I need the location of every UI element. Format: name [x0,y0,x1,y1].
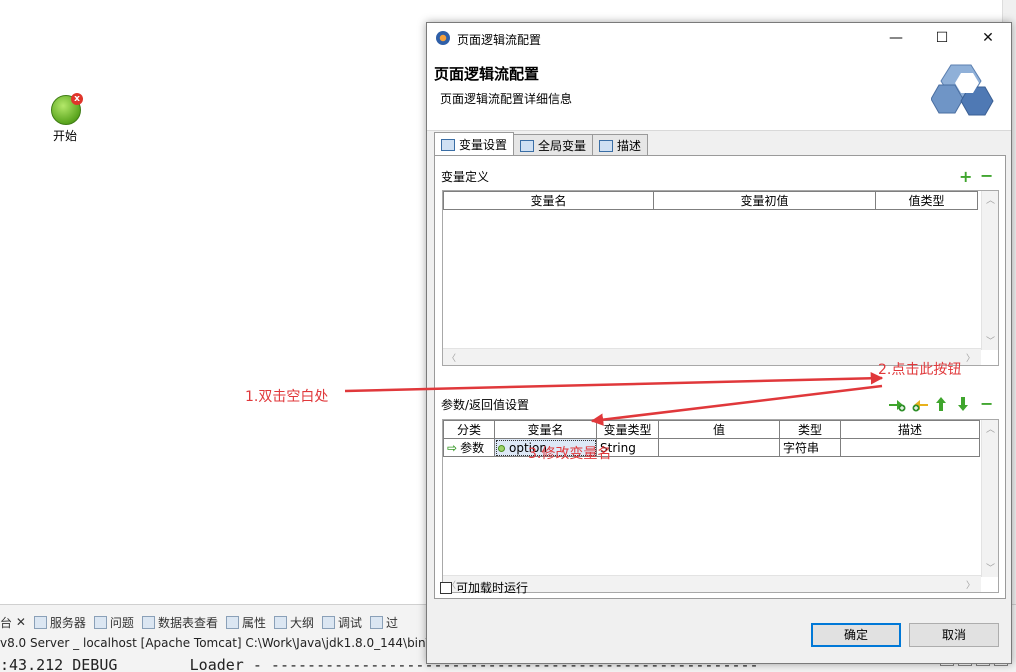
dialog-tabs: 变量设置 全局变量 描述 [434,132,649,156]
view-tab-console[interactable]: 台 ✕ [0,614,26,631]
tab-description[interactable]: 描述 [592,134,649,156]
tab-variable-settings[interactable]: 变量设置 [434,132,515,156]
tab-global-variables[interactable]: 全局变量 [513,134,594,156]
debug-icon [321,615,335,629]
table-view-icon [141,615,155,629]
server-icon [33,615,47,629]
variable-table[interactable]: 变量名 变量初值 值类型 ︿ ﹀ 〈 〉 [442,190,999,366]
view-tab-filter[interactable]: 过 [370,614,398,631]
view-tab-servers[interactable]: 服务器 [33,614,86,631]
move-up-arrow-icon[interactable] [935,396,947,412]
column-header[interactable]: 变量名 [443,191,654,210]
ok-button[interactable]: 确定 [811,623,901,647]
vertical-scrollbar[interactable]: ︿ ﹀ [981,420,998,577]
close-button[interactable]: ✕ [965,23,1011,53]
column-header[interactable]: 变量类型 [596,420,659,439]
column-header[interactable]: 分类 [443,420,495,439]
description-cell[interactable] [840,438,980,457]
properties-icon [225,615,239,629]
header-subtitle: 页面逻辑流配置详细信息 [440,92,573,106]
start-node-icon[interactable]: x [51,93,83,125]
variable-tab-icon [441,138,455,151]
cancel-button[interactable]: 取消 [909,623,999,647]
annotation-step-1: 1.双击空白处 [245,389,329,405]
window-title: 页面逻辑流配置 [457,33,542,47]
maximize-button[interactable]: ☐ [919,23,965,53]
annotation-step-3: 3.修改变量名 [528,446,612,462]
header-title: 页面逻辑流配置 [434,65,540,83]
view-tab-outline[interactable]: 大纲 [273,614,314,631]
start-node-label: 开始 [53,129,78,143]
ide-view-tabs: 台 ✕ 服务器 问题 数据表查看 属性 大纲 调试 过 [0,612,406,632]
add-variable-button[interactable]: + [959,169,972,185]
close-icon[interactable]: ✕ [16,615,26,629]
annotation-step-2: 2.点击此按钮 [878,362,962,378]
category-cell[interactable]: ⇨ 参数 [443,438,495,457]
column-header[interactable]: 变量名 [494,420,597,439]
view-tab-properties[interactable]: 属性 [225,614,266,631]
description-tab-icon [599,139,614,152]
add-return-value-button[interactable] [911,396,929,412]
table-row[interactable]: ⇨ 参数 option String 字符串 [443,438,980,457]
type-cell[interactable]: 字符串 [779,438,841,457]
outline-icon [273,615,287,629]
console-title: v8.0 Server _ localhost [Apache Tomcat] … [0,636,448,650]
run-on-load-label: 可加载时运行 [456,581,529,595]
run-on-load-option[interactable]: 可加载时运行 [440,579,528,596]
filter-icon [370,615,383,629]
error-badge-icon: x [71,93,83,105]
column-header[interactable]: 值 [658,420,780,439]
variable-dot-icon [498,444,505,452]
problems-icon [93,615,107,629]
variable-definition-label: 变量定义 [441,170,490,184]
param-return-label: 参数/返回值设置 [441,398,530,412]
value-cell[interactable] [658,438,780,457]
view-tab-debug[interactable]: 调试 [321,614,362,631]
minimize-button[interactable]: — [873,23,919,53]
dialog-titlebar[interactable]: 页面逻辑流配置 — ☐ ✕ [427,23,1011,53]
run-on-load-checkbox[interactable] [440,581,452,594]
remove-param-button[interactable]: − [980,396,993,412]
column-header[interactable]: 类型 [779,420,841,439]
add-param-button[interactable] [888,396,906,412]
param-arrow-icon: ⇨ [447,441,458,455]
move-down-arrow-icon[interactable] [957,396,969,412]
column-header[interactable]: 值类型 [875,191,978,210]
column-header[interactable]: 变量初值 [653,191,876,210]
column-header[interactable]: 描述 [840,420,980,439]
param-table[interactable]: 分类 变量名 变量类型 值 类型 描述 ⇨ 参数 option String 字符… [442,419,999,593]
global-variable-tab-icon [520,139,535,152]
remove-variable-button[interactable]: − [980,168,993,184]
view-tab-problems[interactable]: 问题 [93,614,134,631]
vertical-scrollbar[interactable]: ︿ ﹀ [981,191,998,350]
app-logo-icon [436,31,450,45]
dialog-header: 页面逻辑流配置 页面逻辑流配置详细信息 [427,53,1011,131]
product-logo-icon [931,64,994,116]
logic-flow-config-dialog: 页面逻辑流配置 — ☐ ✕ 页面逻辑流配置 页面逻辑流配置详细信息 变量设置 全… [426,22,1012,664]
view-tab-table-view[interactable]: 数据表查看 [141,614,218,631]
